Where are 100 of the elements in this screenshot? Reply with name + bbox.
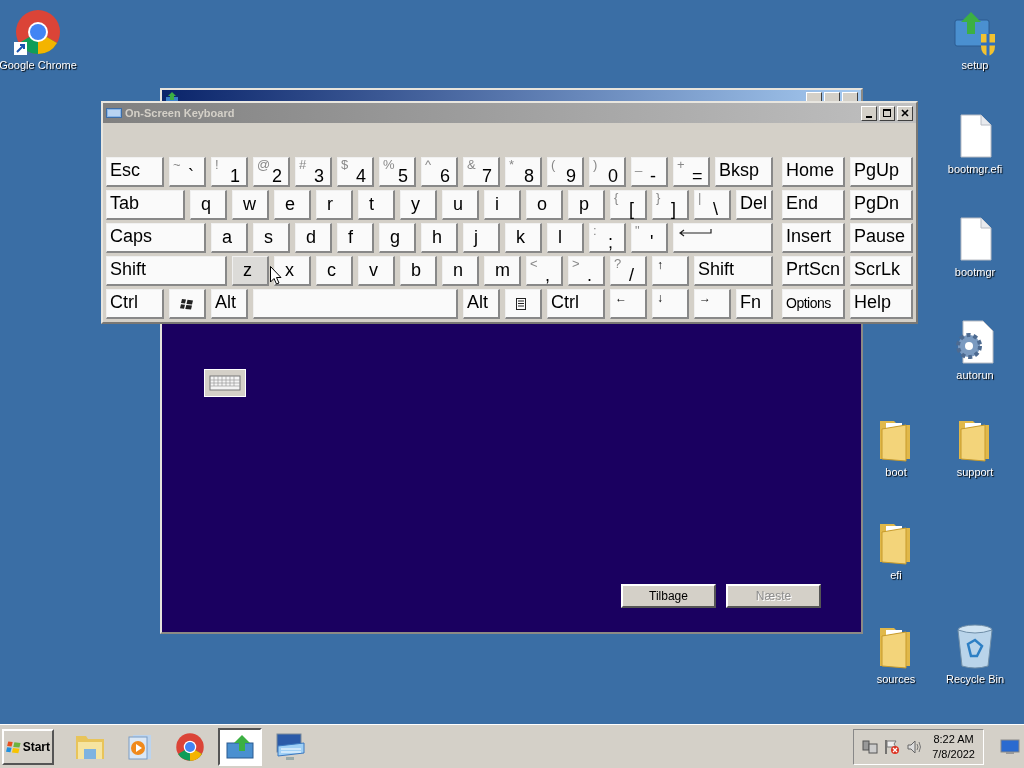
key[interactable]: r [316, 190, 353, 220]
key[interactable]: y [400, 190, 437, 220]
key[interactable]: " ' [631, 223, 668, 253]
key[interactable]: b [400, 256, 437, 286]
chrome-icon [175, 731, 205, 762]
key[interactable]: f [337, 223, 374, 253]
keyboard-monitor-icon [274, 731, 306, 762]
desktop-icon-label: support [956, 466, 994, 478]
close-button[interactable] [897, 105, 913, 121]
key[interactable]: Alt [211, 289, 248, 319]
key[interactable]: Help [850, 289, 913, 319]
key[interactable]: a [211, 223, 248, 253]
key[interactable]: Bksp [715, 157, 773, 187]
key[interactable]: l [547, 223, 584, 253]
windows-logo-icon [180, 298, 194, 310]
taskbar-button[interactable] [218, 727, 262, 766]
key[interactable]: ? / [610, 256, 647, 286]
key[interactable]: p [568, 190, 605, 220]
key[interactable]: Ctrl [547, 289, 605, 319]
key[interactable]: q [190, 190, 227, 220]
key[interactable]: # 3 [295, 157, 332, 187]
key[interactable]: n [442, 256, 479, 286]
key[interactable]: Shift [694, 256, 773, 286]
menu-icon [516, 298, 526, 310]
key[interactable]: & 7 [463, 157, 500, 187]
minimize-button[interactable] [861, 105, 877, 121]
key[interactable]: ScrLk [850, 256, 913, 286]
flag-error-icon[interactable] [884, 738, 901, 755]
key[interactable]: } ] [652, 190, 689, 220]
key[interactable]: _ - [631, 157, 668, 187]
key[interactable]: d [295, 223, 332, 253]
key[interactable]: * 8 [505, 157, 542, 187]
key[interactable]: Options [782, 289, 845, 319]
key[interactable]: Fn [736, 289, 773, 319]
mouse-cursor-icon [270, 266, 282, 285]
desktop-icon-label: setup [961, 59, 989, 71]
key[interactable]: u [442, 190, 479, 220]
key[interactable]: Del [736, 190, 773, 220]
key[interactable]: Alt [463, 289, 500, 319]
key[interactable]: PgUp [850, 157, 913, 187]
key[interactable]: ( 9 [547, 157, 584, 187]
key[interactable] [505, 289, 542, 319]
key[interactable]: z [232, 256, 269, 286]
key[interactable]: PgDn [850, 190, 913, 220]
key[interactable]: ! 1 [211, 157, 248, 187]
key[interactable]: i [484, 190, 521, 220]
key[interactable]: m [484, 256, 521, 286]
key[interactable]: → [694, 289, 731, 319]
key[interactable]: Home [782, 157, 845, 187]
key[interactable]: w [232, 190, 269, 220]
key[interactable]: Esc [106, 157, 164, 187]
key[interactable]: Caps [106, 223, 206, 253]
key[interactable]: End [782, 190, 845, 220]
key[interactable]: ← [610, 289, 647, 319]
key[interactable]: ↓ [652, 289, 689, 319]
key[interactable]: ^ 6 [421, 157, 458, 187]
space-key[interactable] [253, 289, 458, 319]
key[interactable]: Tab [106, 190, 185, 220]
key[interactable]: j [463, 223, 500, 253]
chrome-icon[interactable] [14, 8, 62, 56]
desktop-icon-label: bootmgr.efi [947, 163, 1003, 175]
key[interactable]: t [358, 190, 395, 220]
key[interactable]: c [316, 256, 353, 286]
key[interactable]: % 5 [379, 157, 416, 187]
show-desktop-icon[interactable] [1000, 738, 1020, 755]
clock-date[interactable]: 7/8/2022 [932, 746, 975, 762]
network-icon[interactable] [862, 738, 879, 755]
key[interactable]: e [274, 190, 311, 220]
key[interactable]: + = [673, 157, 710, 187]
key[interactable]: k [505, 223, 542, 253]
media-player-icon [126, 732, 154, 761]
key[interactable]: ~ ` [169, 157, 206, 187]
key[interactable]: | \ [694, 190, 731, 220]
key[interactable]: PrtScn [782, 256, 845, 286]
key[interactable]: @ 2 [253, 157, 290, 187]
key[interactable]: o [526, 190, 563, 220]
desktop-icon-label: boot [885, 466, 907, 478]
key[interactable]: : ; [589, 223, 626, 253]
close-icon [900, 108, 910, 118]
clock-time[interactable]: 8:22 AM [933, 731, 974, 747]
key[interactable]: { [ [610, 190, 647, 220]
maximize-button[interactable] [879, 105, 895, 121]
key[interactable]: Pause [850, 223, 913, 253]
key[interactable]: x [274, 256, 311, 286]
key[interactable]: ↑ [652, 256, 689, 286]
key[interactable]: < , [526, 256, 563, 286]
speaker-icon[interactable] [906, 738, 923, 755]
key[interactable]: ) 0 [589, 157, 626, 187]
key[interactable]: g [379, 223, 416, 253]
key[interactable]: s [253, 223, 290, 253]
wizard-button[interactable]: Tilbage [621, 584, 716, 608]
key[interactable] [169, 289, 206, 319]
key[interactable]: Insert [782, 223, 845, 253]
start-button[interactable]: Start [2, 728, 54, 765]
key[interactable]: h [421, 223, 458, 253]
key[interactable]: > . [568, 256, 605, 286]
key[interactable]: Shift [106, 256, 227, 286]
key[interactable]: Ctrl [106, 289, 164, 319]
key[interactable]: v [358, 256, 395, 286]
key[interactable]: $ 4 [337, 157, 374, 187]
